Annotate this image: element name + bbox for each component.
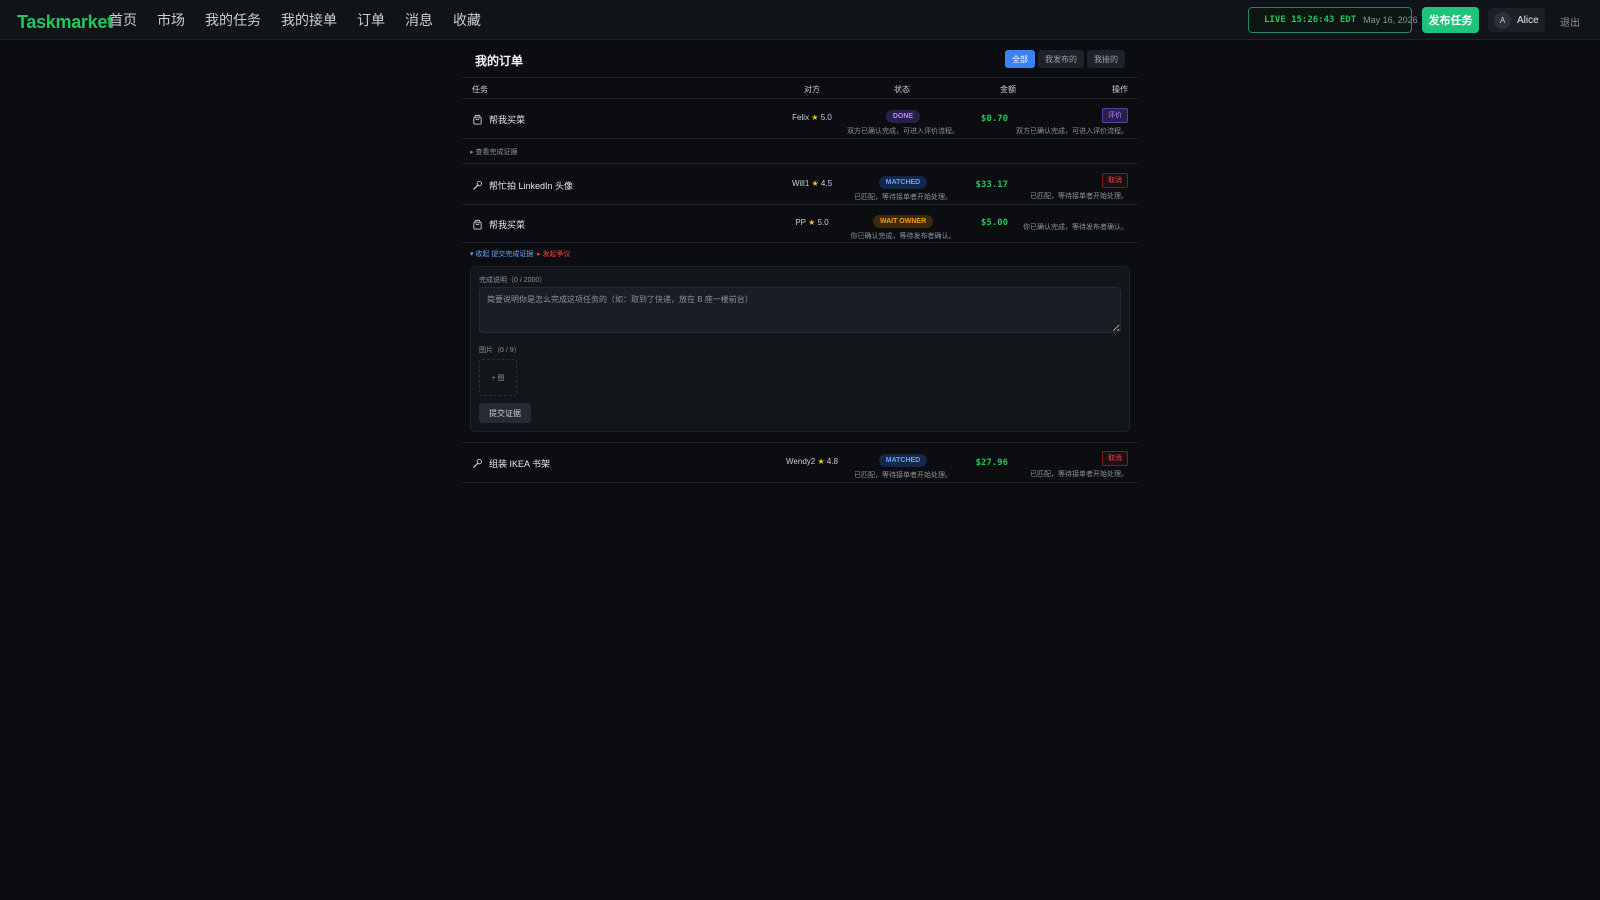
filter-tabs: 全部 我发布的 我接的: [1002, 50, 1125, 68]
brand-logo[interactable]: Taskmarket: [17, 12, 113, 33]
dispute-link[interactable]: ▸ 发起争议: [537, 249, 570, 259]
shopping-bag-icon: [472, 219, 483, 230]
live-date: May 16, 2026: [1363, 15, 1418, 25]
filter-tab-published[interactable]: 我发布的: [1038, 50, 1084, 68]
status-cell: MATCHED 已匹配，等待接单者开始处理。: [843, 172, 963, 202]
column-header-amount: 金额: [1000, 85, 1016, 94]
amount: $27.96: [975, 458, 1008, 468]
task-title[interactable]: 帮我买菜: [489, 218, 525, 231]
column-header-party: 对方: [804, 85, 820, 94]
counterparty[interactable]: Wendy2 ★ 4.8: [772, 457, 852, 466]
nav-link-home[interactable]: 首页: [109, 10, 137, 30]
action-description: 已匹配，等待接单者开始处理。: [1030, 193, 1128, 200]
cancel-button[interactable]: 取消: [1102, 451, 1128, 466]
status-description: 你已确认完成，等待发布者确认。: [850, 233, 956, 240]
submit-proof-button[interactable]: 提交证据: [479, 403, 531, 423]
nav-link-favorites[interactable]: 收藏: [453, 10, 481, 30]
action-cell: 你已确认完成，等待发布者确认。: [1023, 219, 1128, 232]
star-icon: ★: [808, 218, 816, 227]
description-label: 完成说明（0 / 2000）: [479, 277, 547, 284]
status-description: 已匹配，等待接单者开始处理。: [854, 194, 952, 201]
images-label: 图片（0 / 9）: [479, 347, 521, 354]
wrench-icon: [472, 180, 483, 191]
column-header-action: 操作: [1112, 85, 1128, 94]
user-name: Alice: [1517, 14, 1539, 26]
nav-links: 首页 市场 我的任务 我的接单 订单 消息 收藏: [109, 0, 501, 40]
page-title: 我的订单: [475, 54, 524, 68]
avatar: A: [1494, 11, 1511, 29]
counterparty[interactable]: Will1 ★ 4.5: [772, 179, 852, 188]
status-cell: WAIT OWNER 你已确认完成，等待发布者确认。: [843, 211, 963, 241]
nav-link-messages[interactable]: 消息: [405, 10, 433, 30]
column-header-status: 状态: [894, 85, 910, 94]
table-row: 组装 IKEA 书架 Wendy2 ★ 4.8 MATCHED 已匹配，等待接单…: [462, 443, 1138, 483]
amount: $5.00: [980, 218, 1008, 228]
status-badge: MATCHED: [878, 176, 928, 189]
action-description: 已匹配，等待接单者开始处理。: [1030, 471, 1128, 478]
star-icon: ★: [811, 113, 819, 122]
publish-task-button[interactable]: 发布任务: [1422, 7, 1479, 33]
row-divider: [462, 139, 1138, 164]
nav-link-orders[interactable]: 订单: [357, 10, 385, 30]
status-cell: DONE 双方已确认完成，可进入评价流程。: [843, 106, 963, 136]
task-title[interactable]: 帮忙拍 LinkedIn 头像: [489, 179, 573, 192]
column-header-task: 任务: [472, 85, 488, 94]
action-description: 你已确认完成，等待发布者确认。: [1023, 224, 1128, 231]
task-title[interactable]: 组装 IKEA 书架: [489, 457, 550, 470]
live-time: LIVE 15:26:43 EDT: [1264, 15, 1357, 25]
star-icon: ★: [811, 179, 819, 188]
status-badge: WAIT OWNER: [872, 215, 934, 228]
description-textarea[interactable]: [479, 287, 1121, 333]
top-nav: Taskmarket 首页 市场 我的任务 我的接单 订单 消息 收藏 LIVE…: [0, 0, 1600, 40]
star-icon: ★: [817, 457, 825, 466]
collapse-proof-link[interactable]: ▾ 收起 提交完成证据: [470, 249, 533, 259]
filter-tab-all[interactable]: 全部: [1005, 50, 1035, 68]
action-description: 双方已确认完成，可进入评价流程。: [1016, 128, 1128, 135]
cancel-button[interactable]: 取消: [1102, 173, 1128, 188]
live-clock: LIVE 15:26:43 EDT May 16, 2026: [1248, 7, 1418, 33]
logout-link[interactable]: 退出: [1560, 14, 1580, 29]
action-cell: 取消 已匹配，等待接单者开始处理。: [1030, 448, 1128, 479]
table-row: 帮我买菜 Felix ★ 5.0 DONE 双方已确认完成，可进入评价流程。 $…: [462, 99, 1138, 139]
counterparty[interactable]: PP ★ 5.0: [772, 218, 852, 227]
counterparty[interactable]: Felix ★ 5.0: [772, 113, 852, 122]
table-row: 帮我买菜 PP ★ 5.0 WAIT OWNER 你已确认完成，等待发布者确认。…: [462, 205, 1138, 243]
nav-link-my-tasks[interactable]: 我的任务: [205, 10, 261, 30]
amount: $33.17: [975, 180, 1008, 190]
rate-button[interactable]: 评价: [1102, 108, 1128, 123]
filter-tab-accepted[interactable]: 我接的: [1087, 50, 1125, 68]
status-description: 已匹配，等待接单者开始处理。: [854, 472, 952, 479]
status-cell: MATCHED 已匹配，等待接单者开始处理。: [843, 450, 963, 480]
status-badge: MATCHED: [878, 454, 928, 467]
task-title[interactable]: 帮我买菜: [489, 113, 525, 126]
wrench-icon: [472, 458, 483, 469]
table-row: 帮忙拍 LinkedIn 头像 Will1 ★ 4.5 MATCHED 已匹配，…: [462, 164, 1138, 205]
shopping-bag-icon: [472, 114, 483, 125]
status-description: 双方已确认完成，可进入评价流程。: [847, 128, 959, 135]
status-badge: DONE: [885, 110, 921, 123]
action-cell: 取消 已匹配，等待接单者开始处理。: [1030, 170, 1128, 201]
nav-link-market[interactable]: 市场: [157, 10, 185, 30]
action-cell: 评价 双方已确认完成，可进入评价流程。: [1016, 105, 1128, 136]
add-image-button[interactable]: + 图: [479, 359, 517, 396]
amount: $0.70: [980, 114, 1008, 124]
proof-form: 完成说明（0 / 2000） 图片（0 / 9） + 图 提交证据: [470, 266, 1130, 432]
nav-link-my-jobs[interactable]: 我的接单: [281, 10, 337, 30]
user-menu[interactable]: A Alice: [1488, 8, 1545, 32]
table-header: 任务 对方 状态 金额 操作: [462, 77, 1138, 99]
